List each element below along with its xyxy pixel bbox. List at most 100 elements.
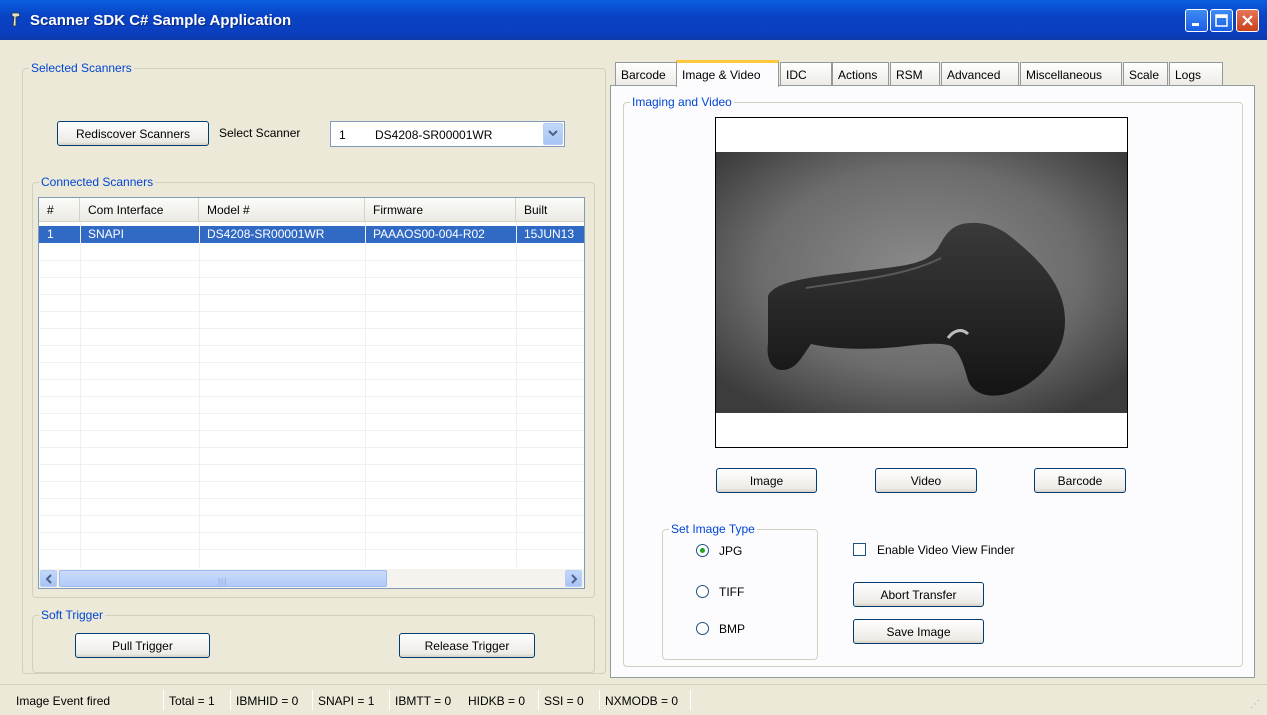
status-separator xyxy=(599,690,600,710)
scanner-image xyxy=(716,118,1127,447)
grid-line xyxy=(39,498,584,499)
grid-line xyxy=(39,328,584,329)
radio-jpg[interactable] xyxy=(696,544,709,557)
grid-line xyxy=(39,515,584,516)
status-bar: Image Event fired Total = 1 IBMHID = 0 S… xyxy=(0,684,1267,715)
grid-line xyxy=(39,464,584,465)
status-ibmhid: IBMHID = 0 xyxy=(236,694,299,708)
grid-line xyxy=(39,549,584,550)
grid-line xyxy=(39,481,584,482)
image-button[interactable]: Image xyxy=(716,468,817,493)
rediscover-scanners-button[interactable]: Rediscover Scanners xyxy=(57,121,209,146)
status-separator xyxy=(230,690,231,710)
radio-selected-dot xyxy=(700,548,705,553)
status-separator xyxy=(389,690,390,710)
tab-image-video[interactable]: Image & Video xyxy=(676,60,779,87)
radio-bmp-label: BMP xyxy=(719,622,746,636)
soft-trigger-title: Soft Trigger xyxy=(39,608,106,622)
enable-video-view-finder-label: Enable Video View Finder xyxy=(877,543,1015,557)
scroll-right-button[interactable] xyxy=(565,570,582,587)
grid-line xyxy=(39,413,584,414)
radio-bmp[interactable] xyxy=(696,622,709,635)
abort-transfer-button[interactable]: Abort Transfer xyxy=(853,582,984,607)
column-header-firmware[interactable]: Firmware xyxy=(365,198,516,222)
grid-line xyxy=(39,277,584,278)
maximize-button[interactable] xyxy=(1210,9,1233,32)
image-preview xyxy=(715,117,1128,448)
column-header-number[interactable]: # xyxy=(39,198,80,222)
tab-logs[interactable]: Logs xyxy=(1169,62,1223,85)
cell-firmware: PAAAOS00-004-R02 xyxy=(373,227,485,241)
status-separator xyxy=(690,690,691,710)
tab-miscellaneous[interactable]: Miscellaneous xyxy=(1020,62,1122,85)
close-button[interactable] xyxy=(1236,9,1259,32)
status-message: Image Event fired xyxy=(16,694,111,708)
grid-line xyxy=(39,379,584,380)
arrow-right-icon xyxy=(571,574,578,584)
pull-trigger-button[interactable]: Pull Trigger xyxy=(75,633,210,658)
grid-line xyxy=(39,260,584,261)
minimize-button[interactable] xyxy=(1185,9,1208,32)
radio-jpg-label: JPG xyxy=(719,544,743,558)
tab-rsm[interactable]: RSM xyxy=(890,62,940,85)
table-row[interactable]: 1 SNAPI DS4208-SR00001WR PAAAOS00-004-R0… xyxy=(39,226,584,243)
tab-idc[interactable]: IDC xyxy=(780,62,832,85)
chevron-down-icon xyxy=(548,130,558,137)
status-ssi: SSI = 0 xyxy=(544,694,584,708)
tab-barcode[interactable]: Barcode xyxy=(615,62,681,85)
horizontal-scrollbar[interactable]: ||| xyxy=(39,569,584,588)
set-image-type-title: Set Image Type xyxy=(669,522,757,536)
grid-line xyxy=(39,294,584,295)
tab-actions[interactable]: Actions xyxy=(832,62,889,85)
grid-line xyxy=(39,362,584,363)
status-ibmtt: IBMTT = 0 xyxy=(395,694,452,708)
app-window: Scanner SDK C# Sample Application Select… xyxy=(0,0,1267,715)
resize-grip-icon[interactable]: ⋰ xyxy=(1250,699,1260,710)
save-image-button[interactable]: Save Image xyxy=(853,619,984,644)
tab-scale[interactable]: Scale xyxy=(1123,62,1168,85)
list-header: # Com Interface Model # Firmware Built xyxy=(39,198,584,222)
grid-line xyxy=(39,311,584,312)
scroll-grip: ||| xyxy=(218,577,228,586)
grid-line xyxy=(39,396,584,397)
minimize-icon xyxy=(1192,23,1199,26)
grid-line xyxy=(39,532,584,533)
scroll-thumb[interactable]: ||| xyxy=(59,570,387,587)
connected-scanners-list[interactable]: # Com Interface Model # Firmware Built 1… xyxy=(38,197,585,589)
window-title: Scanner SDK C# Sample Application xyxy=(30,12,292,29)
radio-tiff[interactable] xyxy=(696,585,709,598)
column-header-model[interactable]: Model # xyxy=(199,198,365,222)
grid-line xyxy=(39,447,584,448)
cell-number: 1 xyxy=(47,227,54,241)
arrow-left-icon xyxy=(45,574,52,584)
column-header-com-interface[interactable]: Com Interface xyxy=(80,198,199,222)
cell-built: 15JUN13 xyxy=(524,227,575,241)
combo-dropdown-button[interactable] xyxy=(543,123,563,145)
column-header-built[interactable]: Built xyxy=(516,198,584,222)
tab-advanced[interactable]: Advanced xyxy=(941,62,1019,85)
release-trigger-button[interactable]: Release Trigger xyxy=(399,633,535,658)
select-scanner-label: Select Scanner xyxy=(219,126,301,140)
status-separator xyxy=(163,690,164,710)
scanner-app-icon xyxy=(11,12,21,27)
video-button[interactable]: Video xyxy=(875,468,977,493)
selected-scanners-title: Selected Scanners xyxy=(29,61,134,75)
status-separator xyxy=(312,690,313,710)
close-icon xyxy=(1242,15,1253,26)
cell-com-interface: SNAPI xyxy=(88,227,125,241)
barcode-button[interactable]: Barcode xyxy=(1034,468,1126,493)
status-separator xyxy=(538,690,539,710)
title-bar[interactable]: Scanner SDK C# Sample Application xyxy=(0,0,1267,40)
grid-line xyxy=(39,430,584,431)
scanner-select[interactable]: 1 DS4208-SR00001WR xyxy=(330,121,565,147)
cell-model: DS4208-SR00001WR xyxy=(207,227,325,241)
status-hidkb: HIDKB = 0 xyxy=(468,694,526,708)
radio-tiff-label: TIFF xyxy=(719,585,745,599)
imaging-video-title: Imaging and Video xyxy=(630,95,734,109)
scroll-left-button[interactable] xyxy=(40,570,57,587)
status-nxmodb: NXMODB = 0 xyxy=(605,694,679,708)
scanner-select-index: 1 xyxy=(339,128,346,142)
connected-scanners-title: Connected Scanners xyxy=(39,175,156,189)
scanner-select-value: DS4208-SR00001WR xyxy=(375,128,493,142)
enable-video-view-finder-checkbox[interactable] xyxy=(853,543,866,556)
